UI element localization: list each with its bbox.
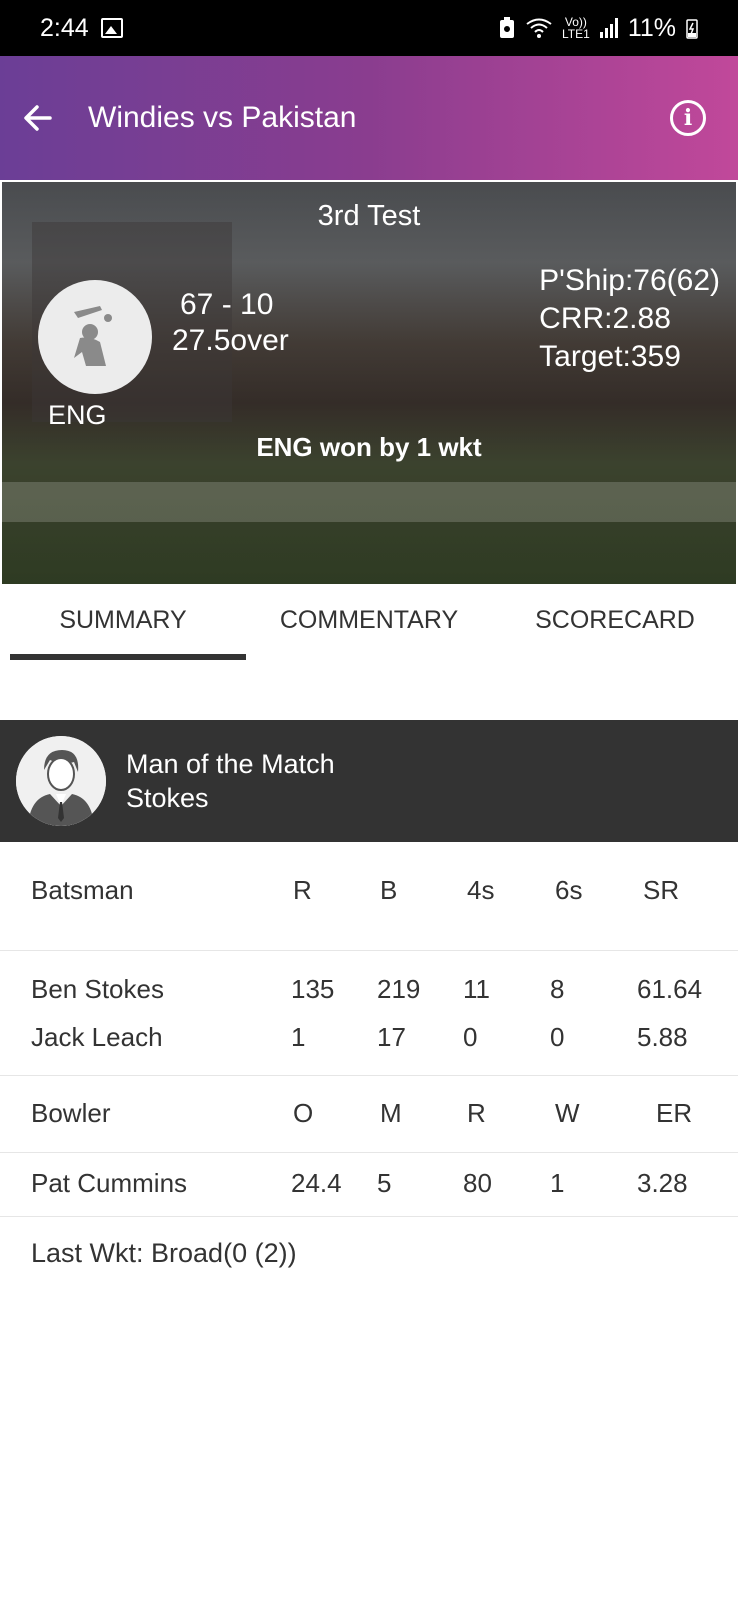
- team-score: 67 - 10: [180, 288, 274, 321]
- back-button[interactable]: [18, 98, 58, 138]
- battery-saver-icon: [500, 17, 515, 38]
- status-bar: 2:44 Vo)) LTE1 11%: [0, 0, 738, 56]
- person-icon: [16, 736, 106, 826]
- arrow-left-icon: [24, 105, 52, 131]
- avatar: [16, 736, 106, 826]
- partnership: P'Ship:76(62): [539, 264, 720, 297]
- col-sixes: 6s: [555, 875, 583, 905]
- col-batsman: Batsman: [31, 875, 134, 905]
- status-time: 2:44: [40, 13, 89, 42]
- match-stats: P'Ship:76(62) CRR:2.88 Target:359: [539, 262, 720, 376]
- col-economy: ER: [656, 1098, 693, 1128]
- last-wicket: Last Wkt: Broad(0 (2)): [31, 1238, 297, 1268]
- batsman-strike-rate: 5.88: [637, 1022, 688, 1052]
- divider: [0, 950, 738, 951]
- team-name: ENG: [48, 400, 107, 430]
- col-wickets: W: [555, 1098, 580, 1128]
- batsman-sixes: 8: [550, 974, 565, 1004]
- page-title: Windies vs Pakistan: [88, 101, 357, 134]
- match-name: 3rd Test: [317, 200, 421, 232]
- status-icons: Vo)) LTE1 11%: [498, 14, 698, 43]
- tab-commentary[interactable]: COMMENTARY: [246, 584, 492, 660]
- batsman-name: Jack Leach: [31, 1022, 163, 1052]
- man-of-the-match: Man of the Match Stokes: [0, 720, 738, 842]
- col-maidens: M: [380, 1098, 402, 1128]
- col-runs-conceded: R: [467, 1098, 486, 1128]
- bowler-overs: 24.4: [291, 1168, 342, 1198]
- batsman-runs: 1: [291, 1022, 306, 1052]
- batsman-fours: 11: [463, 974, 490, 1004]
- batsman-strike-rate: 61.64: [637, 974, 703, 1004]
- divider: [0, 1075, 738, 1076]
- batsman-icon: [74, 306, 112, 366]
- info-button[interactable]: i: [670, 100, 706, 136]
- match-result: ENG won by 1 wkt: [256, 432, 482, 462]
- batsman-name: Ben Stokes: [31, 974, 164, 1004]
- network-type: Vo)) LTE1: [562, 16, 590, 40]
- col-bowler: Bowler: [31, 1098, 111, 1128]
- battery-charging-icon: [686, 19, 698, 39]
- divider: [0, 1216, 738, 1217]
- info-icon: i: [683, 105, 693, 131]
- wifi-icon: [526, 18, 552, 38]
- col-runs: R: [293, 875, 312, 905]
- bowler-name: Pat Cummins: [31, 1168, 188, 1198]
- gallery-icon: [100, 18, 123, 38]
- bowler-runs: 80: [463, 1168, 492, 1198]
- col-strike-rate: SR: [643, 875, 680, 905]
- col-overs: O: [293, 1098, 314, 1128]
- app-bar: Windies vs Pakistan i: [0, 56, 738, 180]
- stadium-stand: [2, 482, 736, 522]
- batsman-sixes: 0: [550, 1022, 565, 1052]
- battery-percent: 11%: [627, 13, 676, 42]
- tab-scorecard[interactable]: SCORECARD: [492, 584, 738, 660]
- batsman-fours: 0: [463, 1022, 478, 1052]
- overs: 27.5over: [172, 324, 289, 357]
- batsman-balls: 17: [377, 1022, 406, 1052]
- bowler-wickets: 1: [550, 1168, 565, 1198]
- bowler-economy: 3.28: [637, 1168, 688, 1198]
- tab-summary[interactable]: SUMMARY: [0, 584, 246, 660]
- col-balls: B: [380, 875, 398, 905]
- batsman-balls: 219: [377, 974, 421, 1004]
- signal-icon: [599, 18, 618, 38]
- mom-title: Man of the Match: [126, 749, 335, 779]
- current-run-rate: CRR:2.88: [539, 302, 671, 335]
- batsman-runs: 135: [291, 974, 335, 1004]
- col-fours: 4s: [467, 875, 495, 905]
- mom-text: Man of the Match Stokes: [126, 747, 335, 815]
- match-header: 3rd Test ENG 67 - 10 27.5over P'Ship:76(…: [2, 182, 736, 584]
- bowler-maidens: 5: [377, 1168, 392, 1198]
- team-logo: [38, 280, 152, 394]
- tab-bar: SUMMARY COMMENTARY SCORECARD: [0, 584, 738, 660]
- network-bottom-label: LTE1: [562, 27, 590, 41]
- divider: [0, 1152, 738, 1153]
- mom-player: Stokes: [126, 783, 209, 813]
- target: Target:359: [539, 340, 681, 373]
